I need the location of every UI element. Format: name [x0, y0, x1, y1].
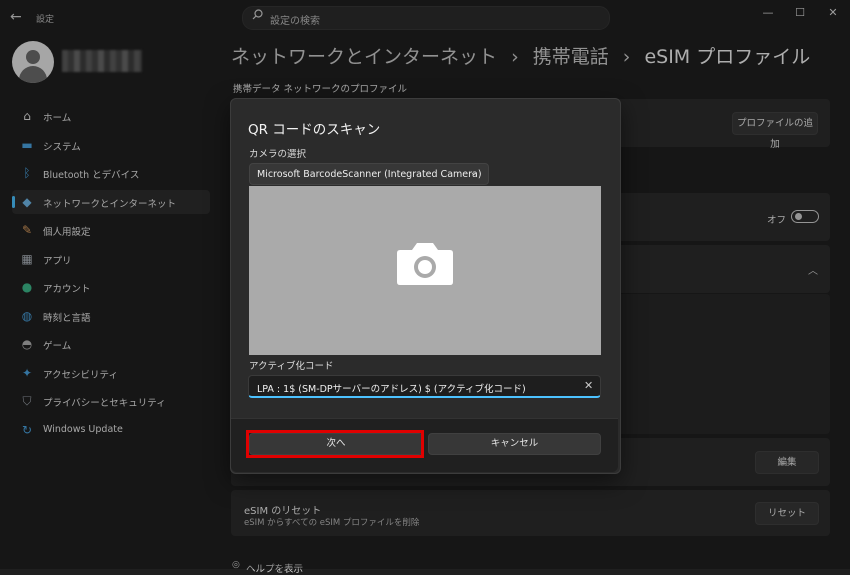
clear-icon[interactable]: ✕: [584, 379, 593, 392]
activation-code-value: LPA : 1$ (SM-DPサーバーのアドレス) $ (アクティブ化コード): [257, 384, 526, 395]
camera-icon: [397, 243, 453, 285]
dialog-title: QR コードのスキャン: [248, 122, 381, 138]
cancel-button[interactable]: キャンセル: [428, 433, 601, 455]
highlight-box: [246, 430, 424, 458]
camera-select-label: カメラの選択: [249, 149, 307, 160]
activation-code-label: アクティブ化コード: [249, 361, 334, 372]
chevron-down-icon: ⌄: [470, 168, 478, 178]
camera-select-value: Microsoft BarcodeScanner (Integrated Cam…: [257, 169, 482, 180]
